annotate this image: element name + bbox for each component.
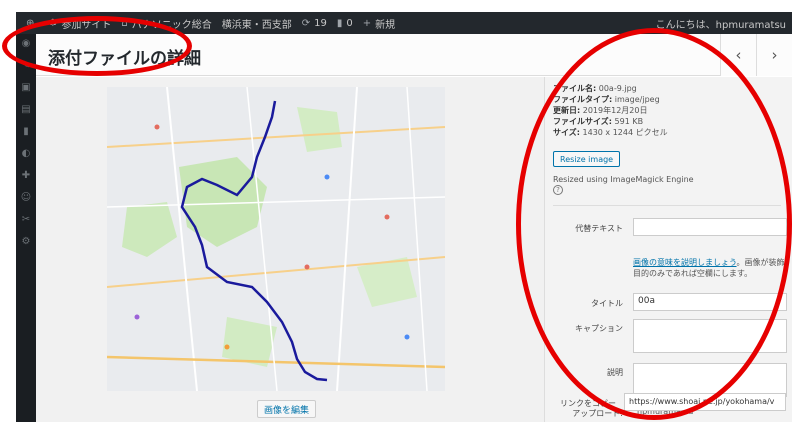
alt-text-label: 代替テキスト [575,224,623,233]
caption-label: キャプション [575,324,623,333]
divider [553,205,781,206]
admin-bar-updates[interactable]: ⟳ 19 [302,18,327,29]
users-icon[interactable]: ☺ [16,192,36,210]
alt-text-help-link[interactable]: 画像の意味を説明しましょう [633,258,737,267]
comment-icon: ▮ [336,17,343,29]
admin-sidebar: ◉ ✎ ▣ ▤ ▮ ◐ ✚ ☺ ✂ ⚙ [16,34,36,422]
sites-icon: ♣ [48,17,58,29]
posts-icon[interactable]: ✎ [16,60,36,78]
copy-link-input[interactable]: https://www.shoai.ne.jp/yokohama/v [624,393,786,411]
updates-icon: ⟳ [301,17,311,29]
copy-link-label: リンクをコピー [560,399,616,408]
tools-icon[interactable]: ✂ [16,214,36,232]
chevron-left-icon: ‹ [735,46,742,64]
edit-image-button[interactable]: 画像を編集 [257,400,317,418]
poi-marker [304,264,310,270]
title-input[interactable]: 00a [633,293,787,311]
appearance-icon[interactable]: ◐ [16,148,36,166]
attachment-info-panel: ファイル名: 00a-9.jpg ファイルタイプ: image/jpeg 更新日… [544,77,792,422]
poi-marker [324,174,330,180]
description-label: 説明 [607,368,623,377]
admin-bar: ⊕ ♣ 参加サイト ⌂ パナソニック総合 横浜東・西支部 ⟳ 19 ▮ 0 + 新規 こん… [16,12,792,34]
description-textarea[interactable] [633,363,787,397]
modal-title: 添付ファイルの詳細 [48,49,201,69]
media-icon[interactable]: ▣ [16,82,36,100]
settings-icon[interactable]: ⚙ [16,236,36,254]
admin-bar-comments[interactable]: ▮ 0 [337,18,353,29]
attachment-details-modal: 添付ファイルの詳細 ‹ › 画像を編集 ファイル名: 00a-9.jpg ファイ… [36,34,792,422]
poi-marker [224,344,230,350]
poi-marker [154,124,160,130]
attachment-image [107,87,445,391]
filesize-row: ファイルサイズ: 591 KB [553,117,644,126]
home-icon: ⌂ [121,17,128,29]
comments-icon[interactable]: ▮ [16,126,36,144]
admin-bar-new[interactable]: + 新規 [363,16,395,31]
wordpress-logo-icon[interactable]: ⊕ [26,18,38,29]
alt-text-input[interactable] [633,218,787,236]
admin-bar-site-home[interactable]: ⌂ パナソニック総合 [121,16,211,31]
image-preview-area: 画像を編集 [36,77,544,422]
poi-marker [134,314,140,320]
plugins-icon[interactable]: ✚ [16,170,36,188]
chevron-right-icon: › [771,46,778,64]
poi-marker [384,214,390,220]
pages-icon[interactable]: ▤ [16,104,36,122]
screenshot-frame: ⊕ ♣ 参加サイト ⌂ パナソニック総合 横浜東・西支部 ⟳ 19 ▮ 0 + 新規 こん… [16,12,792,422]
admin-bar-my-sites[interactable]: ♣ 参加サイト [48,16,111,31]
date-row: 更新日: 2019年12月20日 [553,106,648,115]
resized-note: Resized using ImageMagick Engine [553,175,694,184]
poi-marker [404,334,410,340]
filename-row: ファイル名: 00a-9.jpg [553,84,637,93]
caption-textarea[interactable] [633,319,787,353]
modal-header: 添付ファイルの詳細 ‹ › [36,34,792,76]
alt-text-help: 画像の意味を説明しましょう。画像が装飾目的のみであれば空欄にします。 [633,258,785,278]
admin-bar-site-branch[interactable]: 横浜東・西支部 [222,16,292,31]
filetype-row: ファイルタイプ: image/jpeg [553,95,660,104]
dimensions-row: サイズ: 1430 x 1244 ピクセル [553,128,668,137]
plus-icon: + [362,17,372,29]
map-image [107,87,445,391]
dashboard-icon[interactable]: ◉ [16,38,36,56]
next-attachment-button[interactable]: › [756,34,792,76]
uploader-label: アップロード: [572,409,623,418]
previous-attachment-button[interactable]: ‹ [720,34,756,76]
resize-image-button[interactable]: Resize image [553,151,621,167]
admin-bar-account[interactable]: こんにちは、hpmuramatsu [656,16,786,31]
title-label: タイトル [591,299,623,308]
info-icon[interactable]: ? [553,185,563,195]
